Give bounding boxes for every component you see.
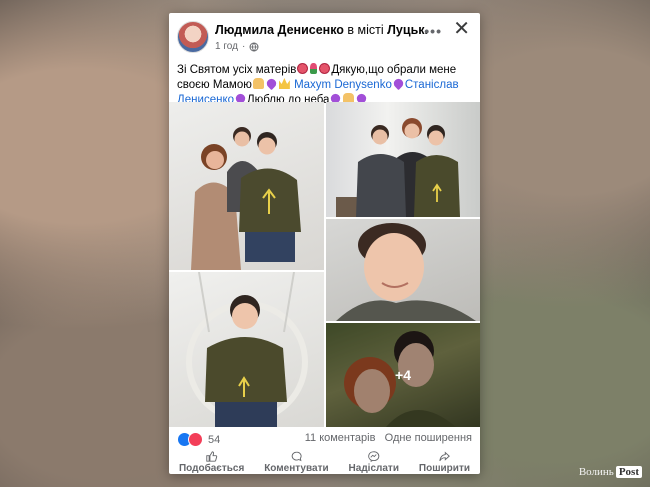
- comments-shares: 11 коментарів Одне поширення: [305, 432, 472, 444]
- post-meta: 1 год ·: [215, 41, 259, 52]
- rose-emoji-icon: [319, 63, 331, 74]
- rose-emoji-icon: [297, 63, 309, 74]
- post-author-line: Людмила Денисенко в місті Луцьк.: [215, 23, 428, 37]
- post-text-greeting: Зі Святом усіх матерів: [177, 64, 297, 76]
- send-button[interactable]: Надіслати: [349, 451, 399, 474]
- close-icon[interactable]: ✕: [453, 19, 470, 39]
- love-reaction-icon: [188, 432, 203, 447]
- facebook-post-card: Людмила Денисенко в місті Луцьк. 1 год ·…: [169, 13, 480, 474]
- messenger-icon: [368, 451, 380, 462]
- crown-emoji-icon: [278, 78, 290, 89]
- post-photo-1[interactable]: [169, 102, 324, 270]
- watermark-left: Волинь: [578, 466, 614, 478]
- avatar[interactable]: [177, 21, 209, 53]
- more-options-icon[interactable]: •••: [424, 23, 442, 39]
- purple-heart-emoji-icon: [391, 76, 405, 91]
- like-button[interactable]: Подобається: [179, 451, 244, 474]
- share-button[interactable]: Поширити: [419, 451, 470, 474]
- reactions-count: 54: [208, 433, 221, 446]
- comment-button[interactable]: Коментувати: [264, 451, 329, 474]
- like-label: Подобається: [178, 463, 245, 474]
- comment-label: Коментувати: [264, 463, 329, 474]
- post-photo-3[interactable]: [326, 219, 480, 321]
- tulip-emoji-icon: [310, 63, 318, 74]
- location-name[interactable]: Луцьк.: [387, 23, 428, 37]
- photo-2-figures: [336, 118, 460, 217]
- send-label: Надіслати: [348, 463, 399, 474]
- post-stats: 54 11 коментарів Одне поширення: [177, 431, 472, 449]
- location-prefix: в місті: [347, 23, 384, 37]
- share-icon: [439, 451, 450, 462]
- post-header: Людмила Денисенко в місті Луцьк. 1 год ·…: [177, 19, 472, 57]
- photo-4-figures: [186, 272, 308, 427]
- post-time[interactable]: 1 год: [215, 41, 238, 52]
- post-photo-2[interactable]: [326, 102, 480, 217]
- photo-1-figures: [191, 127, 301, 270]
- comment-icon: [291, 451, 302, 462]
- shares-count[interactable]: Одне поширення: [385, 432, 472, 444]
- post-photo-4[interactable]: [169, 272, 324, 427]
- globe-icon: [249, 42, 259, 51]
- post-actions: Подобається Коментувати Надіслати Пошири…: [169, 451, 480, 474]
- comments-count[interactable]: 11 коментарів: [305, 432, 376, 444]
- more-photos-overlay[interactable]: +4: [326, 323, 480, 427]
- thumbs-up-icon: [206, 451, 218, 462]
- watermark-right: Post: [615, 466, 642, 478]
- share-label: Поширити: [418, 463, 470, 474]
- volyn-post-watermark: Волинь Post: [579, 466, 642, 478]
- purple-heart-emoji-icon: [264, 76, 278, 91]
- author-name[interactable]: Людмила Денисенко: [215, 23, 344, 37]
- praying-hands-emoji-icon: [252, 78, 264, 89]
- reactions-summary[interactable]: 54: [177, 432, 220, 447]
- photo-3-figures: [336, 223, 476, 321]
- mention-maxym[interactable]: Maxym Denysenko: [294, 79, 392, 91]
